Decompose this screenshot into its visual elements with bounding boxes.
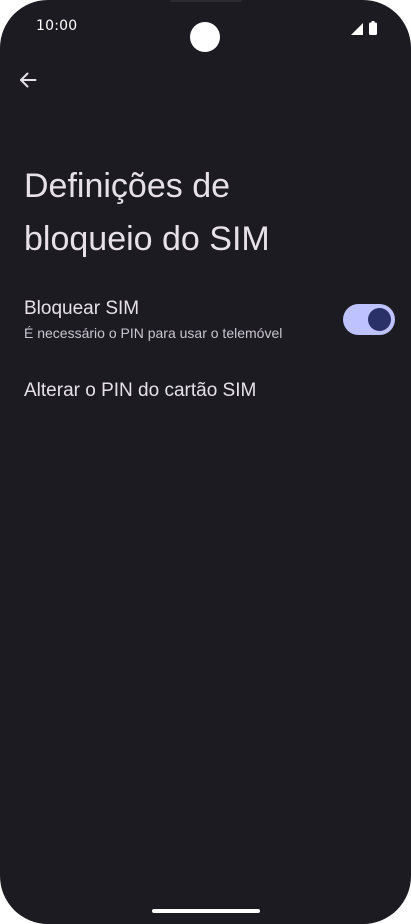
status-time: 10:00: [36, 18, 78, 34]
front-camera: [190, 22, 220, 52]
phone-screen: 10:00 Definições de bloqueio do SIM Bloq…: [0, 0, 411, 924]
status-icons: [351, 20, 377, 39]
change-sim-pin-title: Alterar o PIN do cartão SIM: [24, 380, 257, 401]
page-title-line-2: bloqueio do SIM: [24, 220, 270, 258]
toggle-thumb: [368, 308, 391, 331]
arrow-back-icon: [19, 71, 37, 93]
gesture-navigation-bar[interactable]: [152, 909, 260, 913]
lock-sim-summary: É necessário o PIN para usar o telemóvel: [24, 325, 283, 341]
back-button[interactable]: [12, 66, 44, 98]
lock-sim-title: Bloquear SIM: [24, 298, 140, 319]
status-bar: 10:00: [0, 0, 411, 56]
page-title-line-1: Definições de: [24, 167, 231, 205]
signal-icon: [351, 20, 363, 39]
lock-sim-toggle[interactable]: [343, 304, 395, 335]
change-sim-pin-setting[interactable]: Alterar o PIN do cartão SIM: [0, 372, 411, 412]
page-title: Definições de bloqueio do SIM: [24, 160, 384, 266]
battery-icon: [369, 20, 377, 39]
lock-sim-setting[interactable]: Bloquear SIM É necessário o PIN para usa…: [0, 292, 411, 350]
